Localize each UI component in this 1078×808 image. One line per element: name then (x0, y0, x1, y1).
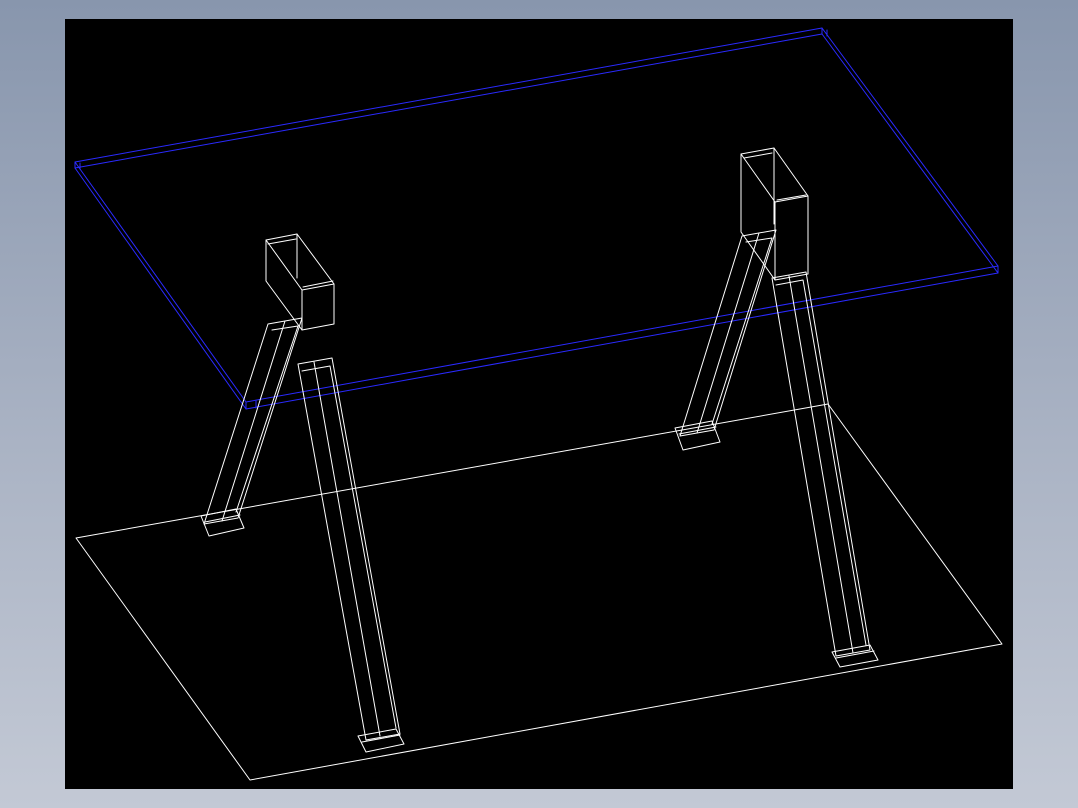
tabletop-top-face (74, 27, 999, 403)
left-front-leg-inner (301, 365, 397, 729)
tabletop-bottom-face (74, 33, 999, 410)
floor-plane-outline (75, 403, 1003, 781)
left-front-leg-edge (313, 361, 381, 737)
left-front-foot-edge (361, 734, 401, 743)
right-rear-leg-edge (696, 232, 760, 434)
left-front-leg (297, 357, 401, 741)
right-front-leg-edge (788, 275, 854, 654)
right-rear-leg-inner (711, 237, 773, 425)
left-rear-leg-edge (221, 320, 286, 522)
right-trestle[interactable] (674, 147, 879, 668)
right-block-side (774, 195, 809, 281)
right-front-foot (831, 644, 879, 668)
cad-viewport[interactable] (65, 19, 1013, 789)
right-block-cap (743, 152, 773, 159)
left-block-side (301, 283, 335, 331)
right-block-front (740, 153, 776, 281)
wireframe-drawing[interactable] (65, 19, 1013, 789)
tabletop[interactable] (74, 27, 999, 410)
left-block-cap (302, 280, 334, 288)
left-trestle[interactable] (200, 233, 405, 753)
left-block-cap (267, 238, 297, 245)
left-rear-leg-inner (235, 325, 299, 513)
floor-plane (75, 403, 1003, 781)
